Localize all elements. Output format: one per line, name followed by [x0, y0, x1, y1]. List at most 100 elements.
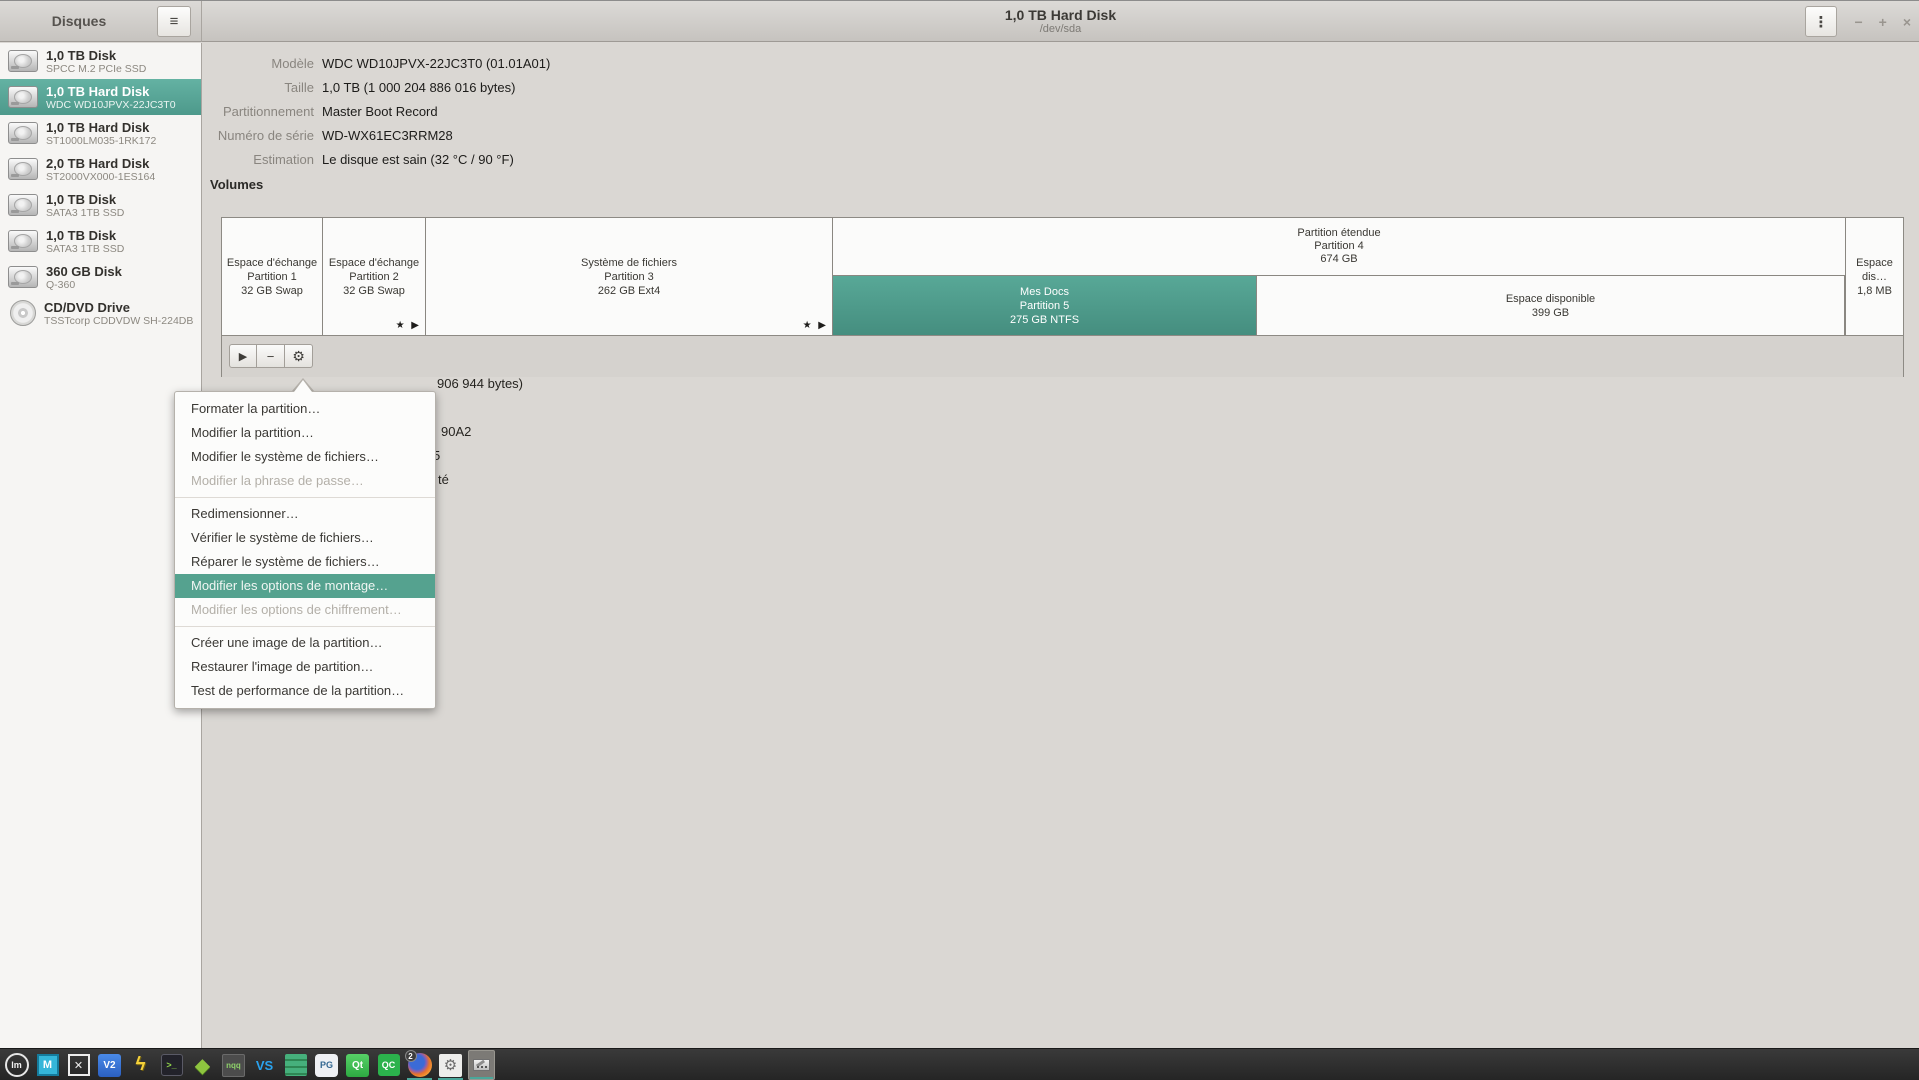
partition-3-segment[interactable]: Système de fichiers Partition 3 262 GB E… — [426, 218, 833, 335]
disk-title: CD/DVD Drive — [44, 300, 193, 315]
free-space-segment[interactable]: Espace disponible 399 GB — [1257, 276, 1845, 335]
layers-app-launcher[interactable] — [282, 1050, 309, 1080]
partition-name: Partition 4 — [1314, 240, 1364, 253]
sidebar-item-disk-2[interactable]: 1,0 TB Hard Disk ST1000LM035-1RK172 — [0, 115, 201, 151]
sidebar-item-disk-1[interactable]: 1,0 TB Hard Disk WDC WD10JPVX-22JC3T0 — [0, 79, 201, 115]
menu-item-change-passphrase: Modifier la phrase de passe… — [175, 469, 435, 493]
disk-title: 360 GB Disk — [46, 264, 122, 279]
gears-app-window-button[interactable]: ⚙ — [437, 1050, 464, 1080]
sidebar-item-disk-6[interactable]: 360 GB Disk Q-360 — [0, 259, 201, 295]
terminal-launcher[interactable]: >_ — [158, 1050, 185, 1080]
play-icon: ▶ — [239, 350, 247, 363]
partition-size: 275 GB NTFS — [1010, 313, 1079, 327]
lightning-app-launcher[interactable]: ϟ — [127, 1050, 154, 1080]
postgresql-launcher[interactable]: PG — [313, 1050, 340, 1080]
kebab-icon: ⋮ — [1814, 13, 1829, 31]
menu-item-create-partition-image[interactable]: Créer une image de la partition… — [175, 631, 435, 655]
partition-size: 399 GB — [1532, 306, 1569, 320]
detail-value: Le disque est sain (32 °C / 90 °F) — [322, 152, 514, 167]
delete-partition-button[interactable]: − — [257, 344, 285, 368]
hard-disk-icon — [8, 158, 38, 180]
partition-4-segment[interactable]: Partition étendue Partition 4 674 GB — [833, 218, 1845, 276]
volume-toolbar: ▶ − ⚙ — [222, 335, 1903, 377]
window-controls: − + × — [1854, 1, 1911, 42]
menu-item-resize[interactable]: Redimensionner… — [175, 502, 435, 526]
menu-item-edit-partition[interactable]: Modifier la partition… — [175, 421, 435, 445]
detail-label: Numéro de série — [202, 128, 314, 143]
partition-2-segment[interactable]: Espace d'échange Partition 2 32 GB Swap … — [323, 218, 426, 335]
mint-menu-icon: lm — [5, 1053, 29, 1077]
sidebar-item-cdrom[interactable]: CD/DVD Drive TSSTcorp CDDVDW SH-224DB — [0, 295, 201, 331]
cube-app-icon: ◆ — [191, 1053, 215, 1077]
disks-app-window-button[interactable] — [468, 1050, 495, 1080]
firefox-window-button[interactable]: 2 — [406, 1050, 433, 1080]
menu-item-check-filesystem[interactable]: Vérifier le système de fichiers… — [175, 526, 435, 550]
frame-app-icon: ✕ — [68, 1054, 90, 1076]
detail-row-model: Modèle WDC WD10JPVX-22JC3T0 (01.01A01) — [202, 51, 550, 75]
hard-disk-icon — [8, 194, 38, 216]
sidebar-item-disk-5[interactable]: 1,0 TB Disk SATA3 1TB SSD — [0, 223, 201, 259]
qc-app-launcher[interactable]: QC — [375, 1050, 402, 1080]
sidebar-item-disk-4[interactable]: 1,0 TB Disk SATA3 1TB SSD — [0, 187, 201, 223]
wm-app-launcher[interactable]: M — [34, 1050, 61, 1080]
postgresql-icon: PG — [315, 1054, 338, 1077]
sidebar-header: Disques ≡ — [0, 1, 202, 42]
menu-item-restore-partition-image[interactable]: Restaurer l'image de partition… — [175, 655, 435, 679]
partition-name: Partition 2 — [349, 270, 399, 284]
detail-value: WD-WX61EC3RRM28 — [322, 128, 453, 143]
detail-value: 1,0 TB (1 000 204 886 016 bytes) — [322, 80, 515, 95]
hamburger-menu-button[interactable]: ≡ — [157, 6, 191, 37]
partition-label: Partition étendue — [1297, 227, 1380, 240]
partition-size: 32 GB Swap — [241, 284, 303, 298]
partition-options-button[interactable]: ⚙ — [285, 344, 313, 368]
extended-partition-region: Partition étendue Partition 4 674 GB Mes… — [833, 218, 1846, 335]
volumes-section-title: Volumes — [210, 177, 263, 192]
partition-label: Espace d'échange — [227, 256, 317, 270]
terminal-icon: >_ — [161, 1054, 183, 1076]
partition-name: Partition 1 — [247, 270, 297, 284]
frame-app-launcher[interactable]: ✕ — [65, 1050, 92, 1080]
app-title: Disques — [0, 1, 158, 41]
hard-disk-icon — [8, 50, 38, 72]
window-subtitle: /dev/sda — [1040, 23, 1082, 36]
detail-row-size: Taille 1,0 TB (1 000 204 886 016 bytes) — [202, 75, 515, 99]
menu-item-edit-mount-options[interactable]: Modifier les options de montage… — [175, 574, 435, 598]
wm-app-icon: M — [37, 1054, 59, 1076]
free-space-end-segment[interactable]: Espace dis… 1,8 MB — [1846, 218, 1903, 335]
cube-app-launcher[interactable]: ◆ — [189, 1050, 216, 1080]
gnome-disks-window: Disques ≡ 1,0 TB Hard Disk /dev/sda ⋮ − … — [0, 0, 1919, 1048]
minimize-button[interactable]: − — [1854, 15, 1862, 29]
disk-title: 1,0 TB Hard Disk — [46, 120, 156, 135]
menu-item-repair-filesystem[interactable]: Réparer le système de fichiers… — [175, 550, 435, 574]
disk-title: 1,0 TB Hard Disk — [46, 84, 176, 99]
vscode-launcher[interactable]: VS — [251, 1050, 278, 1080]
detail-value: WDC WD10JPVX-22JC3T0 (01.01A01) — [322, 56, 550, 71]
mount-button[interactable]: ▶ — [229, 344, 257, 368]
partition-name: Partition 5 — [1020, 299, 1070, 313]
close-button[interactable]: × — [1903, 15, 1911, 29]
qt-designer-launcher[interactable]: Qt — [344, 1050, 371, 1080]
notepadqq-launcher[interactable]: nqq — [220, 1050, 247, 1080]
v2-app-icon: V2 — [98, 1054, 121, 1077]
hard-disk-icon — [8, 266, 38, 288]
v2-app-launcher[interactable]: V2 — [96, 1050, 123, 1080]
partition-flags-icons: ★ ▶ — [803, 319, 828, 333]
sidebar-item-disk-3[interactable]: 2,0 TB Hard Disk ST2000VX000-1ES164 — [0, 151, 201, 187]
menu-item-benchmark-partition[interactable]: Test de performance de la partition… — [175, 679, 435, 703]
partition-5-segment-selected[interactable]: Mes Docs Partition 5 275 GB NTFS — [833, 276, 1257, 335]
menu-item-format-partition[interactable]: Formater la partition… — [175, 397, 435, 421]
mint-menu-button[interactable]: lm — [3, 1050, 30, 1080]
partition-1-segment[interactable]: Espace d'échange Partition 1 32 GB Swap — [222, 218, 323, 335]
layers-app-icon — [285, 1054, 307, 1076]
window-menu-button[interactable]: ⋮ — [1805, 6, 1837, 37]
menu-separator — [175, 626, 435, 627]
detail-value: Master Boot Record — [322, 104, 438, 119]
taskbar: lm M ✕ V2 ϟ >_ ◆ nqq VS PG Qt QC 2 ⚙ 1 — [0, 1048, 1919, 1080]
cd-icon — [10, 300, 36, 326]
desktop: Disques ≡ 1,0 TB Hard Disk /dev/sda ⋮ − … — [0, 0, 1919, 1080]
detail-row-partitioning: Partitionnement Master Boot Record — [202, 99, 438, 123]
partition-size: 262 GB Ext4 — [598, 284, 660, 298]
sidebar-item-disk-0[interactable]: 1,0 TB Disk SPCC M.2 PCIe SSD — [0, 43, 201, 79]
menu-item-edit-filesystem[interactable]: Modifier le système de fichiers… — [175, 445, 435, 469]
maximize-button[interactable]: + — [1879, 15, 1887, 29]
